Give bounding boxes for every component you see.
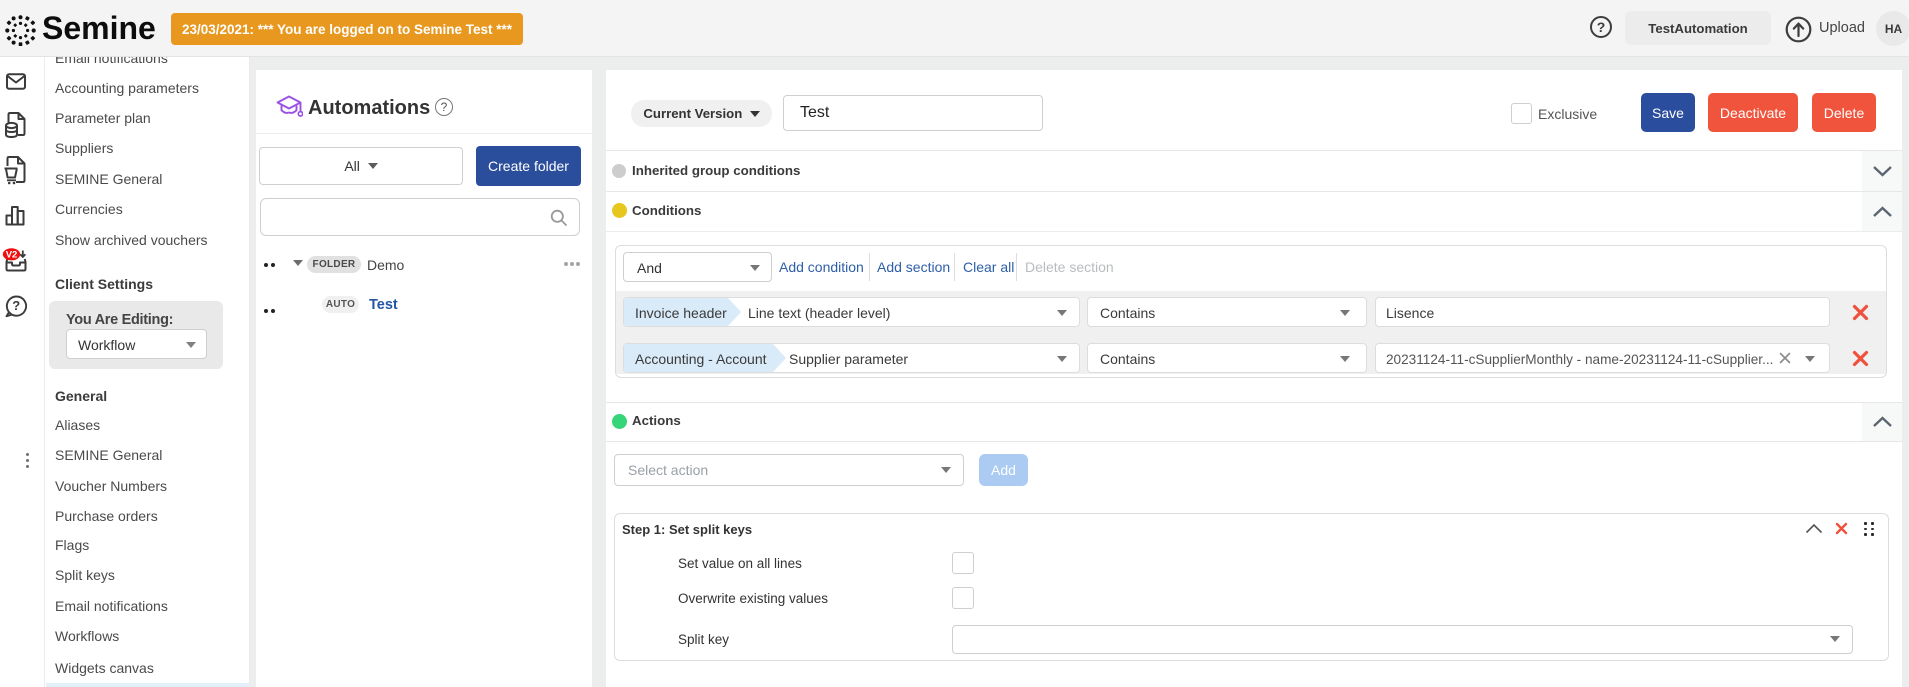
svg-text:?: ? [12,298,20,313]
svg-text:V2: V2 [6,250,18,261]
